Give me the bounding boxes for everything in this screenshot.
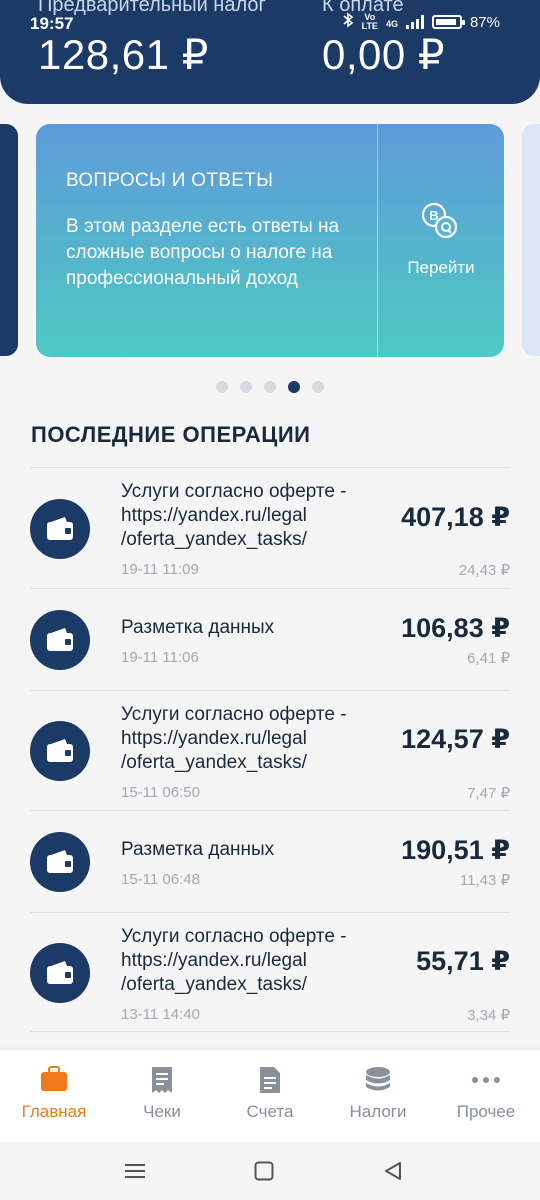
home-icon[interactable] xyxy=(249,1156,279,1186)
operation-tax: 7,47 ₽ xyxy=(467,785,510,802)
operation-name: Разметка данных xyxy=(121,839,275,860)
volte-icon: Vo LTE xyxy=(361,12,378,31)
operation-amount: 190,51 ₽ xyxy=(401,835,510,865)
recent-operations-title: ПОСЛЕДНИЕ ОПЕРАЦИИ xyxy=(31,422,311,447)
wallet-icon xyxy=(30,832,90,892)
card-divider xyxy=(377,124,378,357)
receipt-icon xyxy=(108,1066,216,1096)
operation-row[interactable]: Разметка данных 15-11 06:48 190,51 ₽ 11,… xyxy=(30,810,510,912)
network-type: 4G xyxy=(385,18,398,29)
operation-tax: 3,34 ₽ xyxy=(467,1007,510,1024)
carousel-dot-4[interactable] xyxy=(288,381,300,393)
operation-tax: 11,43 ₽ xyxy=(459,872,510,889)
operation-name: Услуги согласно оферте - https://yandex.… xyxy=(121,481,347,550)
operation-row[interactable]: Услуги согласно оферте - https://yandex.… xyxy=(30,912,510,1032)
operation-amount: 55,71 ₽ xyxy=(416,946,510,976)
wallet-icon xyxy=(30,943,90,1003)
tab-home-label: Главная xyxy=(21,1102,87,1121)
carousel-dots xyxy=(0,381,540,393)
tab-receipts-label: Чеки xyxy=(143,1102,181,1121)
carousel-dot-5[interactable] xyxy=(312,381,324,393)
operation-date: 19-11 11:06 xyxy=(121,649,199,666)
operation-amount: 124,57 ₽ xyxy=(401,724,510,754)
faq-card[interactable]: ВОПРОСЫ И ОТВЕТЫ В этом разделе есть отв… xyxy=(36,124,504,357)
faq-card-title: ВОПРОСЫ И ОТВЕТЫ xyxy=(66,170,274,191)
to-pay-amount[interactable]: 0,00 ₽ xyxy=(322,30,445,79)
document-icon xyxy=(216,1066,324,1096)
tab-invoices-label: Счета xyxy=(246,1102,294,1121)
operations-list: Услуги согласно оферте - https://yandex.… xyxy=(30,467,510,1032)
menu-icon[interactable] xyxy=(120,1156,150,1186)
more-icon xyxy=(432,1066,540,1096)
wallet-icon xyxy=(30,721,90,781)
battery-icon xyxy=(431,15,465,29)
operation-row[interactable]: Услуги согласно оферте - https://yandex.… xyxy=(30,467,510,588)
operation-tax: 24,43 ₽ xyxy=(458,562,510,579)
operation-amount: 407,18 ₽ xyxy=(401,502,510,532)
summary-header: Предварительный налог К оплате 128,61 ₽ … xyxy=(0,0,540,104)
operation-amount: 106,83 ₽ xyxy=(401,613,510,643)
status-time: 19:57 xyxy=(30,14,74,33)
operation-name: Разметка данных xyxy=(121,617,275,638)
carousel-dot-3[interactable] xyxy=(264,381,276,393)
wallet-icon xyxy=(30,499,90,559)
operation-tax: 6,41 ₽ xyxy=(467,650,510,667)
carousel-dot-1[interactable] xyxy=(216,381,228,393)
operation-name: Услуги согласно оферте - https://yandex.… xyxy=(121,926,347,995)
faq-chat-icon: В xyxy=(419,200,461,242)
faq-go-button[interactable]: Перейти xyxy=(378,258,504,278)
battery-level: 87% xyxy=(469,13,500,31)
faq-card-text: В этом разделе есть ответы на сложные во… xyxy=(66,216,340,289)
operation-row[interactable]: Разметка данных 19-11 11:06 106,83 ₽ 6,4… xyxy=(30,588,510,690)
bluetooth-icon xyxy=(342,12,354,32)
carousel-next-card[interactable] xyxy=(522,124,540,356)
app-root: Предварительный налог К оплате 128,61 ₽ … xyxy=(0,0,540,1200)
signal-icon: 4G xyxy=(386,14,398,31)
carousel-dot-2[interactable] xyxy=(240,381,252,393)
operation-date: 19-11 11:09 xyxy=(121,561,199,578)
tab-more[interactable]: Прочее xyxy=(432,1050,540,1142)
tab-taxes[interactable]: Налоги xyxy=(324,1050,432,1142)
prelim-tax-amount[interactable]: 128,61 ₽ xyxy=(38,30,209,79)
briefcase-icon xyxy=(0,1066,108,1096)
bottom-nav: Главная Чеки Счета Налоги Прочее xyxy=(0,1050,540,1142)
tab-home[interactable]: Главная xyxy=(0,1050,108,1142)
system-nav-bar xyxy=(0,1142,540,1200)
coins-icon xyxy=(324,1066,432,1096)
carousel-prev-card[interactable] xyxy=(0,124,18,356)
operation-date: 15-11 06:50 xyxy=(121,784,200,801)
operation-date: 15-11 06:48 xyxy=(121,871,200,888)
wallet-icon xyxy=(30,610,90,670)
tab-receipts[interactable]: Чеки xyxy=(108,1050,216,1142)
operation-name: Услуги согласно оферте - https://yandex.… xyxy=(121,704,347,773)
status-icons: Vo LTE 4G 87% xyxy=(342,12,500,32)
signal-bars-icon xyxy=(405,15,424,29)
operation-date: 13-11 14:40 xyxy=(121,1006,200,1023)
tab-more-label: Прочее xyxy=(456,1102,516,1121)
tab-taxes-label: Налоги xyxy=(349,1102,407,1121)
tab-invoices[interactable]: Счета xyxy=(216,1050,324,1142)
operation-row[interactable]: Услуги согласно оферте - https://yandex.… xyxy=(30,690,510,810)
back-icon[interactable] xyxy=(378,1156,408,1186)
